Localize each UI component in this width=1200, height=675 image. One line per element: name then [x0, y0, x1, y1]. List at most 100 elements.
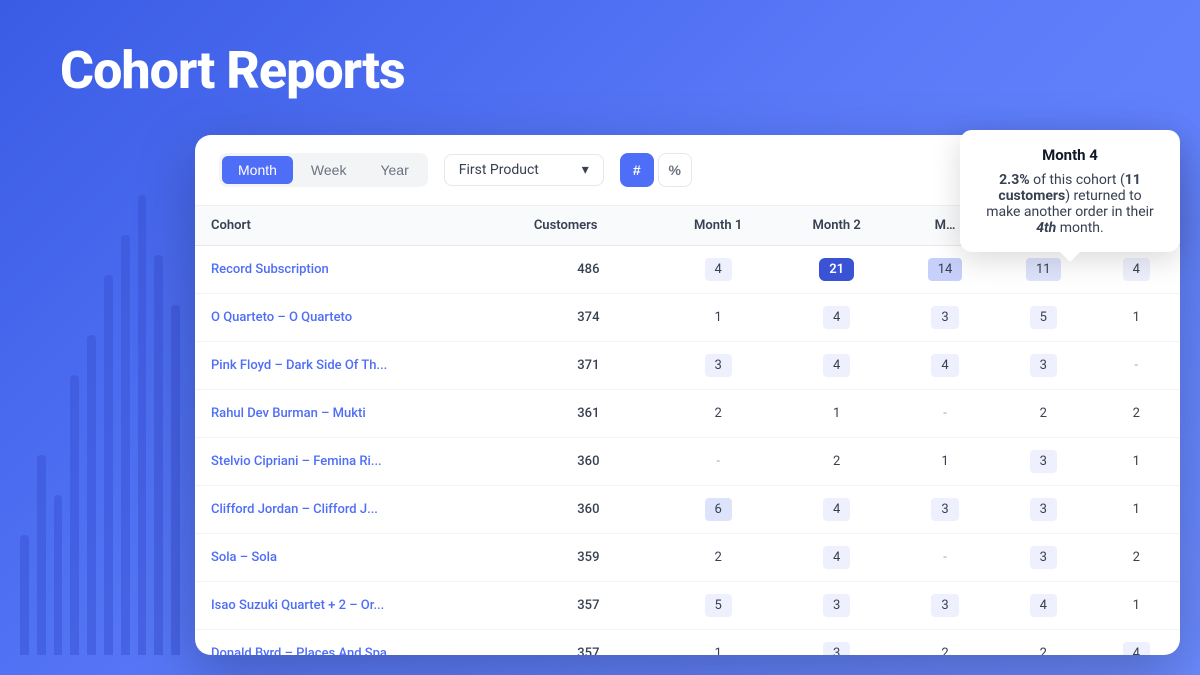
table-row: Stelvio Cipriani – Femina Ri...360-2131	[195, 438, 1180, 486]
cell-cohort[interactable]: Pink Floyd – Dark Side Of Th...	[195, 342, 518, 390]
cell-month: 3	[777, 630, 895, 656]
cell-cohort[interactable]: Donald Byrd – Places And Spa...	[195, 630, 518, 656]
cell-month: 2	[1092, 534, 1180, 582]
cell-month: 1	[659, 294, 777, 342]
cell-customers: 357	[518, 630, 659, 656]
cell-month: 3	[896, 582, 994, 630]
product-dropdown[interactable]: First Product ▾	[444, 154, 604, 186]
cell-month: 4	[1092, 246, 1180, 294]
cell-month: -	[896, 390, 994, 438]
tooltip-month-label: 4th	[1036, 220, 1056, 236]
cell-month: 1	[1092, 438, 1180, 486]
cell-month: 4	[994, 582, 1092, 630]
cell-month: 3	[994, 534, 1092, 582]
cell-customers: 371	[518, 342, 659, 390]
cell-cohort[interactable]: O Quarteto – O Quarteto	[195, 294, 518, 342]
toggle-year[interactable]: Year	[364, 156, 424, 184]
cell-month: 1	[1092, 582, 1180, 630]
cell-month: 5	[994, 294, 1092, 342]
cell-cohort[interactable]: Record Subscription	[195, 246, 518, 294]
tooltip-popup: Month 4 2.3% of this cohort (11 customer…	[960, 130, 1180, 252]
cell-month: 4	[777, 534, 895, 582]
cell-month: -	[896, 534, 994, 582]
cell-month: 2	[994, 630, 1092, 656]
cell-customers: 359	[518, 534, 659, 582]
tooltip-count: 11	[1125, 172, 1141, 188]
table-row: Sola – Sola35924-32	[195, 534, 1180, 582]
cohort-table-wrapper: Cohort Customers Month 1 Month 2 M… 5 Re…	[195, 206, 1180, 655]
table-row: Pink Floyd – Dark Side Of Th...3713443-	[195, 342, 1180, 390]
cell-month: 3	[896, 486, 994, 534]
cell-month: 2	[659, 390, 777, 438]
table-row: O Quarteto – O Quarteto37414351	[195, 294, 1180, 342]
cell-month: 4	[659, 246, 777, 294]
cell-month: 3	[994, 342, 1092, 390]
cell-month: 6	[659, 486, 777, 534]
cell-month: 3	[659, 342, 777, 390]
table-row: Clifford Jordan – Clifford J...36064331	[195, 486, 1180, 534]
cell-month: 3	[994, 438, 1092, 486]
cell-month: 1	[896, 438, 994, 486]
tooltip-desc-prefix: of this cohort (	[1033, 172, 1125, 188]
cell-month: 1	[1092, 486, 1180, 534]
tooltip-title: Month 4	[980, 146, 1160, 164]
tooltip-end: month.	[1056, 220, 1103, 236]
percent-icon-button[interactable]: %	[658, 153, 692, 187]
cell-month: 2	[994, 390, 1092, 438]
tooltip-body: 2.3% of this cohort (11 customers) retur…	[980, 172, 1160, 236]
tooltip-percent: 2.3%	[999, 172, 1029, 188]
table-body: Record Subscription48642114114O Quarteto…	[195, 246, 1180, 656]
col-header-month1: Month 1	[659, 206, 777, 246]
cell-month: 5	[659, 582, 777, 630]
cell-month: 1	[777, 390, 895, 438]
cell-month: 4	[777, 342, 895, 390]
cell-month: 2	[659, 534, 777, 582]
table-row: Donald Byrd – Places And Spa...35713224	[195, 630, 1180, 656]
table-row: Rahul Dev Burman – Mukti36121-22	[195, 390, 1180, 438]
cell-cohort[interactable]: Clifford Jordan – Clifford J...	[195, 486, 518, 534]
cell-month: 4	[777, 486, 895, 534]
hash-icon-button[interactable]: #	[620, 153, 654, 187]
cell-customers: 486	[518, 246, 659, 294]
cohort-table: Cohort Customers Month 1 Month 2 M… 5 Re…	[195, 206, 1180, 655]
time-toggle-group: Month Week Year	[219, 153, 428, 187]
cell-customers: 361	[518, 390, 659, 438]
cell-customers: 374	[518, 294, 659, 342]
cell-month: 2	[1092, 390, 1180, 438]
cell-month: 1	[659, 630, 777, 656]
cell-month: 4	[1092, 630, 1180, 656]
cell-cohort[interactable]: Sola – Sola	[195, 534, 518, 582]
tooltip-arrow	[1060, 252, 1080, 262]
cell-customers: 360	[518, 486, 659, 534]
col-header-cohort: Cohort	[195, 206, 518, 246]
cell-month: 4	[777, 294, 895, 342]
cell-cohort[interactable]: Stelvio Cipriani – Femina Ri...	[195, 438, 518, 486]
display-mode-icons: # %	[620, 153, 692, 187]
page-title: Cohort Reports	[60, 40, 405, 101]
dropdown-label: First Product	[459, 162, 539, 178]
cell-customers: 357	[518, 582, 659, 630]
toggle-month[interactable]: Month	[222, 156, 293, 184]
cell-month: 2	[896, 630, 994, 656]
cell-month: -	[1092, 342, 1180, 390]
cell-month: 3	[777, 582, 895, 630]
cell-month: 3	[994, 486, 1092, 534]
tooltip-unit: customers	[998, 188, 1065, 204]
cell-month: -	[659, 438, 777, 486]
cell-month: 21	[777, 246, 895, 294]
cell-month: 4	[896, 342, 994, 390]
cell-cohort[interactable]: Rahul Dev Burman – Mukti	[195, 390, 518, 438]
table-row: Isao Suzuki Quartet + 2 – Or...35753341	[195, 582, 1180, 630]
cell-month: 3	[896, 294, 994, 342]
cell-customers: 360	[518, 438, 659, 486]
cell-month: 14	[896, 246, 994, 294]
col-header-customers: Customers	[518, 206, 659, 246]
toggle-week[interactable]: Week	[295, 156, 363, 184]
col-header-month2: Month 2	[777, 206, 895, 246]
table-row: Record Subscription48642114114	[195, 246, 1180, 294]
cell-month: 2	[777, 438, 895, 486]
background-chart	[0, 175, 200, 675]
chevron-down-icon: ▾	[582, 162, 589, 178]
cell-cohort[interactable]: Isao Suzuki Quartet + 2 – Or...	[195, 582, 518, 630]
cell-month: 1	[1092, 294, 1180, 342]
